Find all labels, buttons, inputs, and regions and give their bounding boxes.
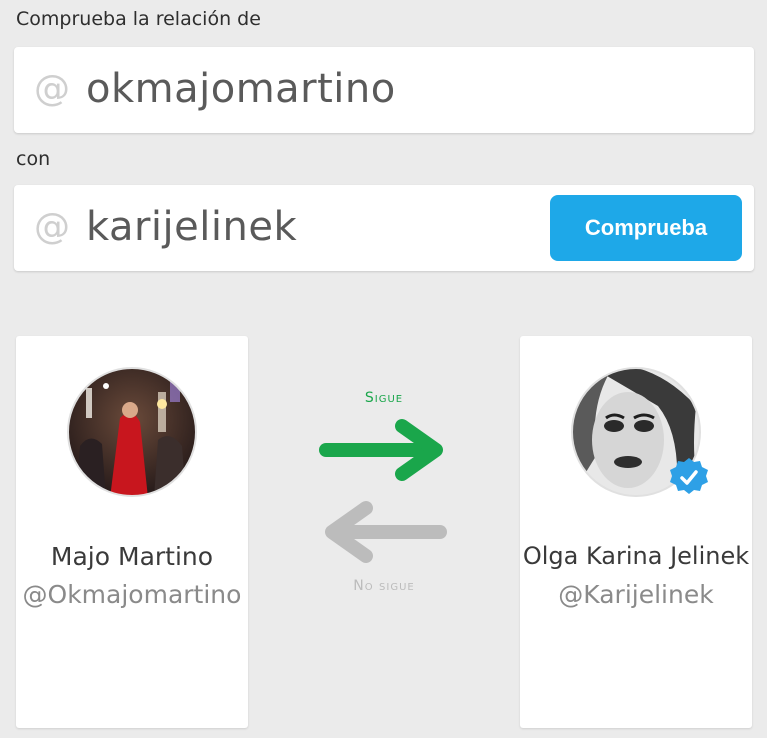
profile-name: Majo Martino — [50, 542, 214, 571]
not-follows-arrow-icon — [325, 501, 447, 563]
profile-name: Olga Karina Jelinek — [522, 542, 750, 570]
second-user-input-value[interactable]: karijelinek — [86, 204, 297, 250]
first-user-field[interactable]: @ okmajomartino — [14, 47, 754, 133]
first-user-input-value[interactable]: okmajomartino — [86, 66, 396, 112]
at-sign-icon: @ — [34, 206, 70, 248]
profile-card-first[interactable]: Majo Martino @Okmajomartino — [16, 336, 248, 728]
not-follows-label: No sigue — [353, 578, 415, 594]
profile-handle: @Okmajomartino — [22, 580, 242, 609]
follows-label: Sigue — [364, 390, 404, 406]
check-relation-label: Comprueba la relación de — [16, 8, 261, 30]
avatar-second[interactable] — [570, 366, 708, 498]
with-label: con — [16, 148, 51, 170]
second-user-field[interactable]: @ karijelinek Comprueba — [14, 185, 754, 271]
follows-arrow-icon — [319, 419, 443, 481]
profile-handle: @Karijelinek — [558, 580, 714, 609]
check-button[interactable]: Comprueba — [550, 195, 742, 261]
avatar-first[interactable] — [66, 366, 198, 498]
profile-card-second[interactable]: Olga Karina Jelinek @Karijelinek — [520, 336, 752, 728]
at-sign-icon: @ — [34, 68, 70, 110]
